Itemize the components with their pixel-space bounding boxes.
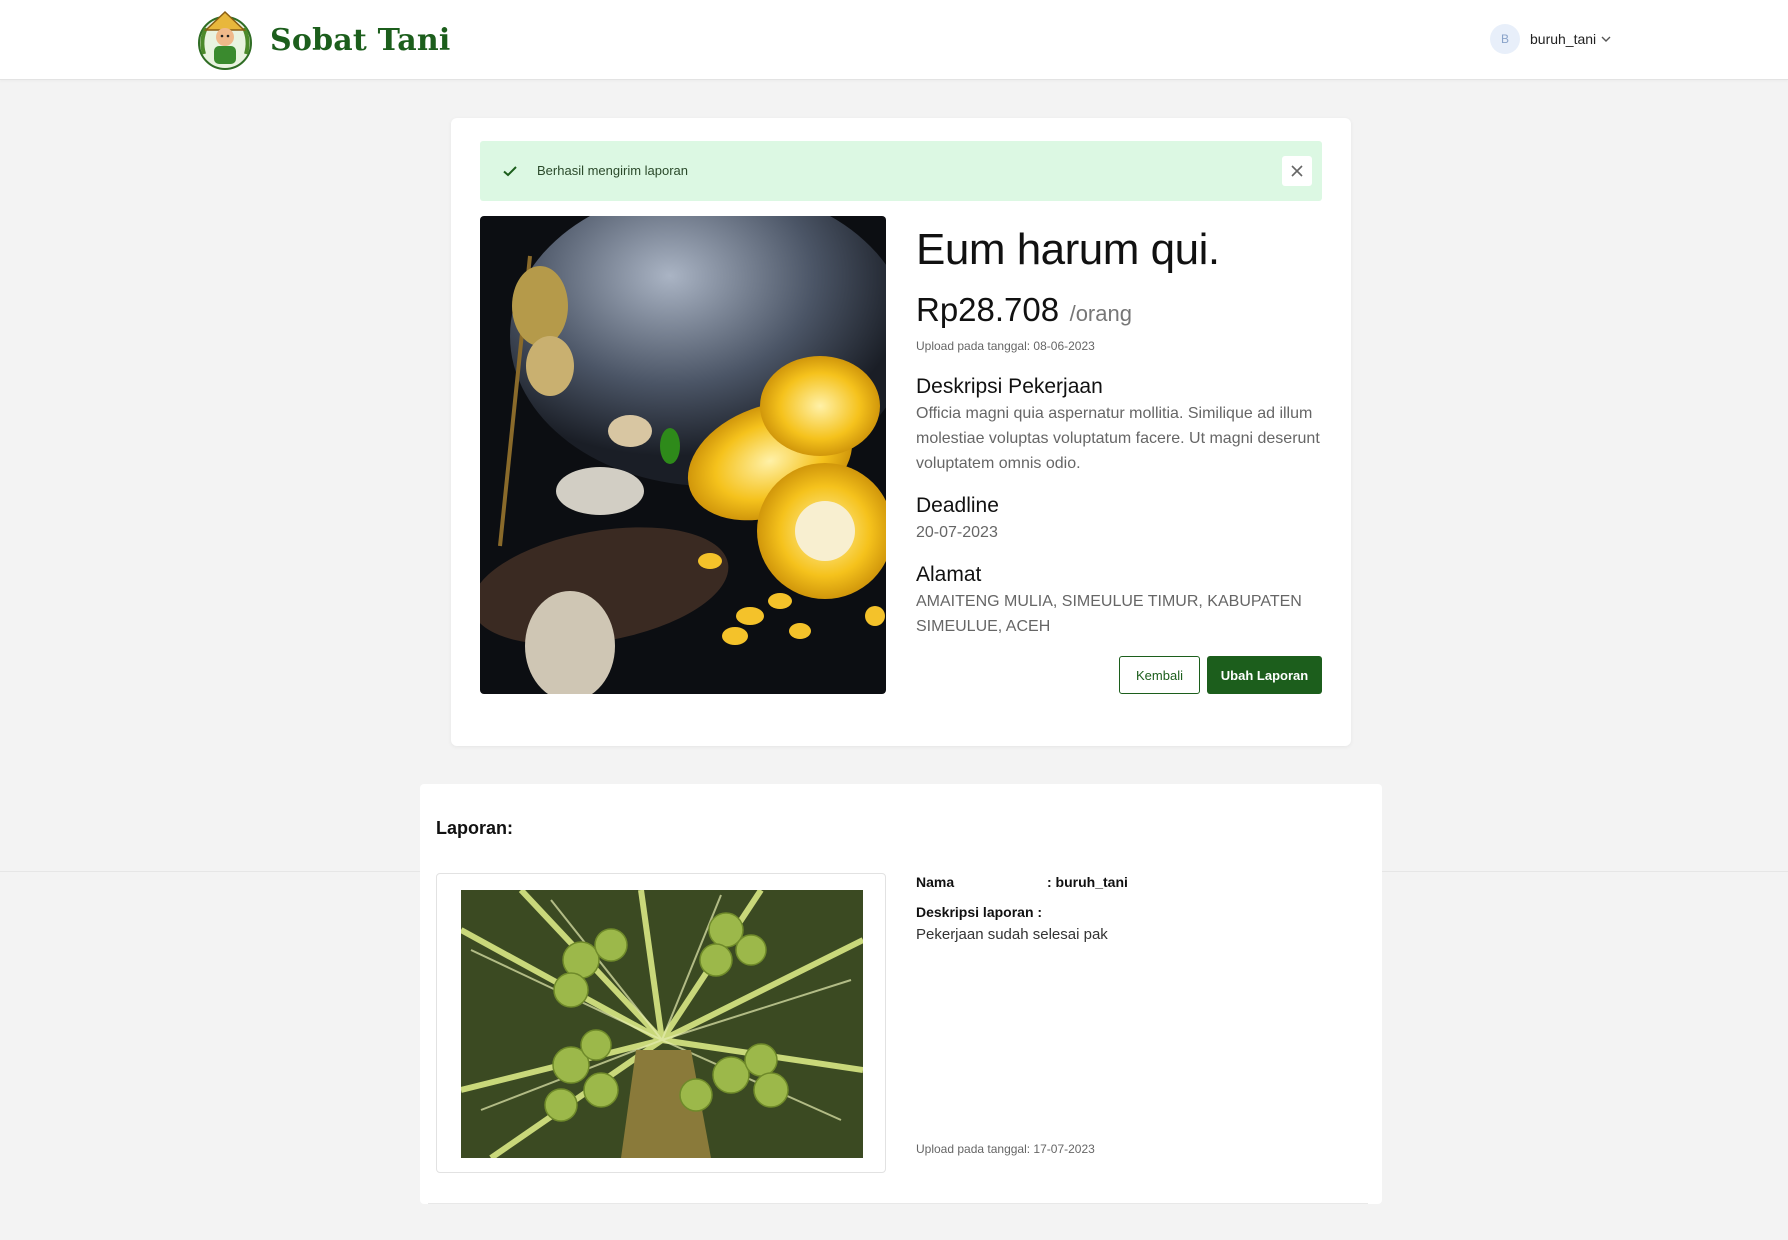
- report-name-label: Nama: [916, 874, 955, 890]
- report-description: Pekerjaan sudah selesai pak: [916, 926, 1108, 943]
- job-info: Eum harum qui. Rp28.708 /orang Upload pa…: [916, 222, 1326, 639]
- action-buttons: Kembali Ubah Laporan: [916, 656, 1322, 694]
- edit-report-button[interactable]: Ubah Laporan: [1207, 656, 1322, 694]
- report-desc-label: Deskripsi laporan :: [916, 904, 1043, 920]
- report-bottom-border: [428, 1203, 1368, 1204]
- job-description: Officia magni quia aspernatur mollitia. …: [916, 405, 1320, 472]
- report-image-card: [436, 873, 886, 1173]
- job-deadline: 20-07-2023: [916, 524, 998, 541]
- job-title: Eum harum qui.: [916, 225, 1220, 274]
- price-unit: /orang: [1069, 301, 1132, 326]
- job-upload-date: Upload pada tanggal: 08-06-2023: [916, 339, 1095, 353]
- brand-logo-link[interactable]: Sobat Tani: [194, 10, 451, 70]
- farmer-logo-icon: [198, 10, 252, 70]
- job-price: Rp28.708: [916, 291, 1060, 328]
- report-upload-date: Upload pada tanggal: 17-07-2023: [916, 1142, 1095, 1156]
- description-label: Deskripsi Pekerjaan: [916, 375, 1103, 398]
- report-name-value: : buruh_tani: [1047, 874, 1128, 890]
- close-icon: [1291, 165, 1303, 177]
- avatar: B: [1490, 24, 1520, 54]
- top-navbar: Sobat Tani B buruh_tani: [0, 0, 1788, 80]
- price-row: Rp28.708 /orang: [916, 288, 1326, 339]
- report-info: Nama : buruh_tani Deskripsi laporan : Pe…: [916, 874, 1356, 1174]
- job-detail-card: Berhasil mengirim laporan Eum harum qui.…: [451, 118, 1351, 746]
- check-icon: [503, 166, 517, 177]
- user-menu-dropdown[interactable]: B buruh_tani: [1490, 24, 1612, 54]
- alert-close-button[interactable]: [1282, 156, 1312, 186]
- success-alert: Berhasil mengirim laporan: [480, 141, 1322, 201]
- deadline-label: Deadline: [916, 494, 999, 517]
- report-image-coconut: [461, 890, 863, 1158]
- chevron-down-icon: [1601, 36, 1611, 42]
- username-label: buruh_tani: [1530, 31, 1597, 47]
- job-image-corn: [480, 216, 886, 694]
- alert-message: Berhasil mengirim laporan: [537, 163, 689, 178]
- back-button[interactable]: Kembali: [1119, 656, 1200, 694]
- report-section: Laporan: Nama: buruh_tani Deskripsi lap…: [420, 784, 1382, 1204]
- brand-name: Sobat Tani: [270, 22, 451, 58]
- job-address: AMAITENG MULIA, SIMEULUE TIMUR, KABUPATE…: [916, 593, 1302, 635]
- report-heading: Laporan:: [436, 818, 514, 838]
- address-label: Alamat: [916, 563, 982, 586]
